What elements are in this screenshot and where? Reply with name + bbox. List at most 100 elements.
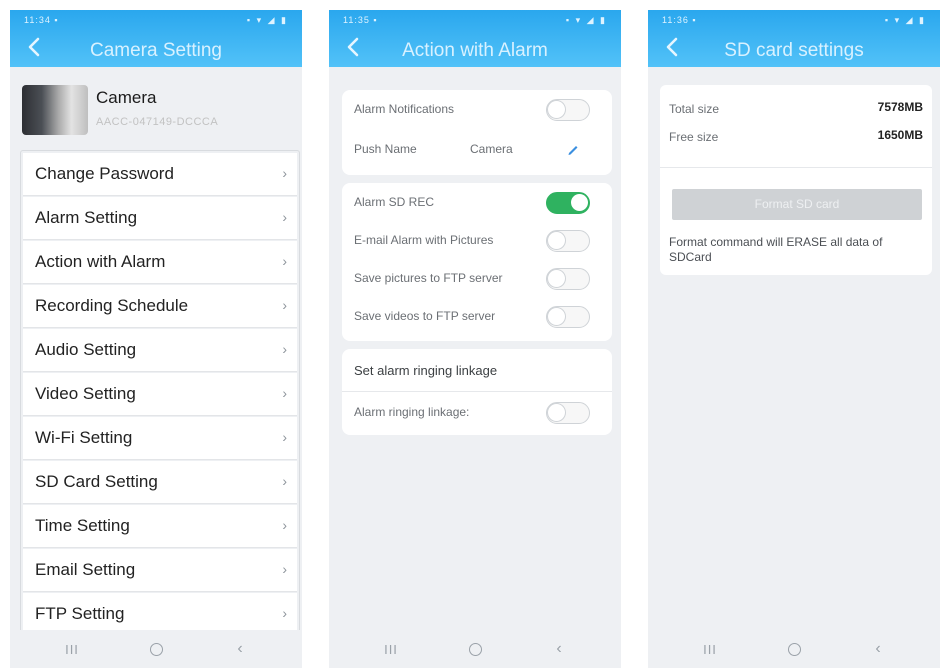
camera-thumbnail[interactable] [22,85,88,135]
email-alarm-label: E-mail Alarm with Pictures [354,233,494,247]
app-header: 11:35 ▪ ▪ ▾ ◢ ▮ Action with Alarm [329,10,621,67]
alarm-notifications-row: Alarm Notifications [342,90,612,130]
menu-item-label: Change Password [35,164,174,183]
recording-card: Alarm SD REC E-mail Alarm with Pictures … [342,183,612,341]
menu-item-sd-card-setting[interactable]: SD Card Setting › [23,461,297,504]
ringing-card: Set alarm ringing linkage Alarm ringing … [342,349,612,435]
pencil-icon [568,146,578,155]
menu-item-alarm-setting[interactable]: Alarm Setting › [23,197,297,240]
menu-item-email-setting[interactable]: Email Setting › [23,549,297,592]
recents-button[interactable]: III [363,634,419,664]
nav-back-button[interactable]: ‹ [531,634,587,664]
settings-menu: Change Password › Alarm Setting › Action… [20,150,300,641]
divider [660,167,932,168]
chevron-right-icon: › [282,385,287,401]
total-size-value: 7578MB [877,100,923,114]
camera-id: AACC-047149-DCCCA [96,116,219,128]
status-bar: 11:36 ▪ ▪ ▾ ◢ ▮ [648,10,940,32]
chevron-right-icon: › [282,561,287,577]
toggle-knob [548,308,565,325]
app-header: 11:36 ▪ ▪ ▾ ◢ ▮ SD card settings [648,10,940,67]
ringing-section-title: Set alarm ringing linkage [354,363,498,378]
back-icon: ‹ [875,640,881,657]
status-time: 11:35 ▪ [343,15,378,25]
alarm-notifications-toggle[interactable] [546,99,590,121]
ringing-linkage-row: Alarm ringing linkage: [342,393,612,433]
toggle-knob [548,101,565,118]
menu-item-video-setting[interactable]: Video Setting › [23,373,297,416]
menu-item-label: SD Card Setting [35,472,158,491]
ftp-videos-toggle[interactable] [546,306,590,328]
app-header: 11:34 ▪ ▪ ▾ ◢ ▮ Camera Setting [10,10,302,67]
menu-item-label: Email Setting [35,560,136,579]
menu-item-action-with-alarm[interactable]: Action with Alarm › [23,241,297,284]
ftp-videos-label: Save videos to FTP server [354,309,496,323]
system-nav-bar: III ‹ [648,630,940,668]
alarm-sd-rec-label: Alarm SD REC [354,195,435,209]
status-icons: ▪ ▾ ◢ ▮ [565,15,607,25]
chevron-right-icon: › [282,253,287,269]
edit-push-name-button[interactable] [564,140,582,158]
page-title: SD card settings [724,40,864,61]
page-title: Camera Setting [89,40,222,61]
nav-back-button[interactable]: ‹ [212,634,268,664]
menu-item-label: Audio Setting [35,340,137,359]
back-icon: ‹ [237,640,243,657]
status-icons: ▪ ▾ ◢ ▮ [246,15,288,25]
chevron-right-icon: › [282,209,287,225]
email-alarm-toggle[interactable] [546,230,590,252]
chevron-right-icon: › [282,341,287,357]
notifications-card: Alarm Notifications Push Name Camera [342,90,612,175]
menu-item-label: Video Setting [35,384,136,403]
home-button[interactable] [128,634,184,664]
alarm-sd-rec-toggle[interactable] [546,192,590,214]
push-name-value: Camera [470,142,513,156]
menu-item-change-password[interactable]: Change Password › [23,153,297,196]
menu-item-wifi-setting[interactable]: Wi-Fi Setting › [23,417,297,460]
home-button[interactable] [447,634,503,664]
recents-button[interactable]: III [682,634,738,664]
alarm-sd-rec-row: Alarm SD REC [342,183,612,223]
home-icon [468,642,482,656]
recents-icon: III [65,641,79,657]
menu-item-audio-setting[interactable]: Audio Setting › [23,329,297,372]
menu-item-label: Wi-Fi Setting [35,428,133,447]
recents-button[interactable]: III [44,634,100,664]
sd-card-settings-screen: 11:36 ▪ ▪ ▾ ◢ ▮ SD card settings Total s… [648,10,940,668]
toggle-knob [548,270,565,287]
format-warning: Format command will ERASE all data of SD… [669,235,883,264]
status-time: 11:34 ▪ [24,15,59,25]
ftp-pictures-toggle[interactable] [546,268,590,290]
chevron-right-icon: › [282,517,287,533]
free-size-value: 1650MB [877,128,923,142]
camera-setting-screen: 11:34 ▪ ▪ ▾ ◢ ▮ Camera Setting Camera AA… [10,10,302,668]
chevron-right-icon: › [282,605,287,621]
action-with-alarm-screen: 11:35 ▪ ▪ ▾ ◢ ▮ Action with Alarm Alarm … [329,10,621,668]
recents-icon: III [703,641,717,657]
sd-info-card: Total size 7578MB Free size 1650MB Forma… [660,85,932,275]
recents-icon: III [384,641,398,657]
menu-item-time-setting[interactable]: Time Setting › [23,505,297,548]
chevron-right-icon: › [282,297,287,313]
camera-info: Camera AACC-047149-DCCCA [10,67,302,147]
divider [342,391,612,392]
status-time: 11:36 ▪ [662,15,697,25]
ftp-videos-row: Save videos to FTP server [342,297,612,337]
push-name-label: Push Name [354,142,417,156]
free-size-label: Free size [669,130,719,144]
ringing-linkage-toggle[interactable] [546,402,590,424]
status-bar: 11:35 ▪ ▪ ▾ ◢ ▮ [329,10,621,32]
email-alarm-row: E-mail Alarm with Pictures [342,221,612,261]
menu-item-recording-schedule[interactable]: Recording Schedule › [23,285,297,328]
system-nav-bar: III ‹ [10,630,302,668]
ringing-linkage-label: Alarm ringing linkage: [354,405,470,419]
home-button[interactable] [766,634,822,664]
ftp-pictures-label: Save pictures to FTP server [354,271,503,285]
format-sd-card-button[interactable]: Format SD card [672,189,922,220]
menu-item-label: Recording Schedule [35,296,189,315]
back-icon: ‹ [556,640,562,657]
system-nav-bar: III ‹ [329,630,621,668]
status-bar: 11:34 ▪ ▪ ▾ ◢ ▮ [10,10,302,32]
nav-back-button[interactable]: ‹ [850,634,906,664]
home-icon [787,642,801,656]
